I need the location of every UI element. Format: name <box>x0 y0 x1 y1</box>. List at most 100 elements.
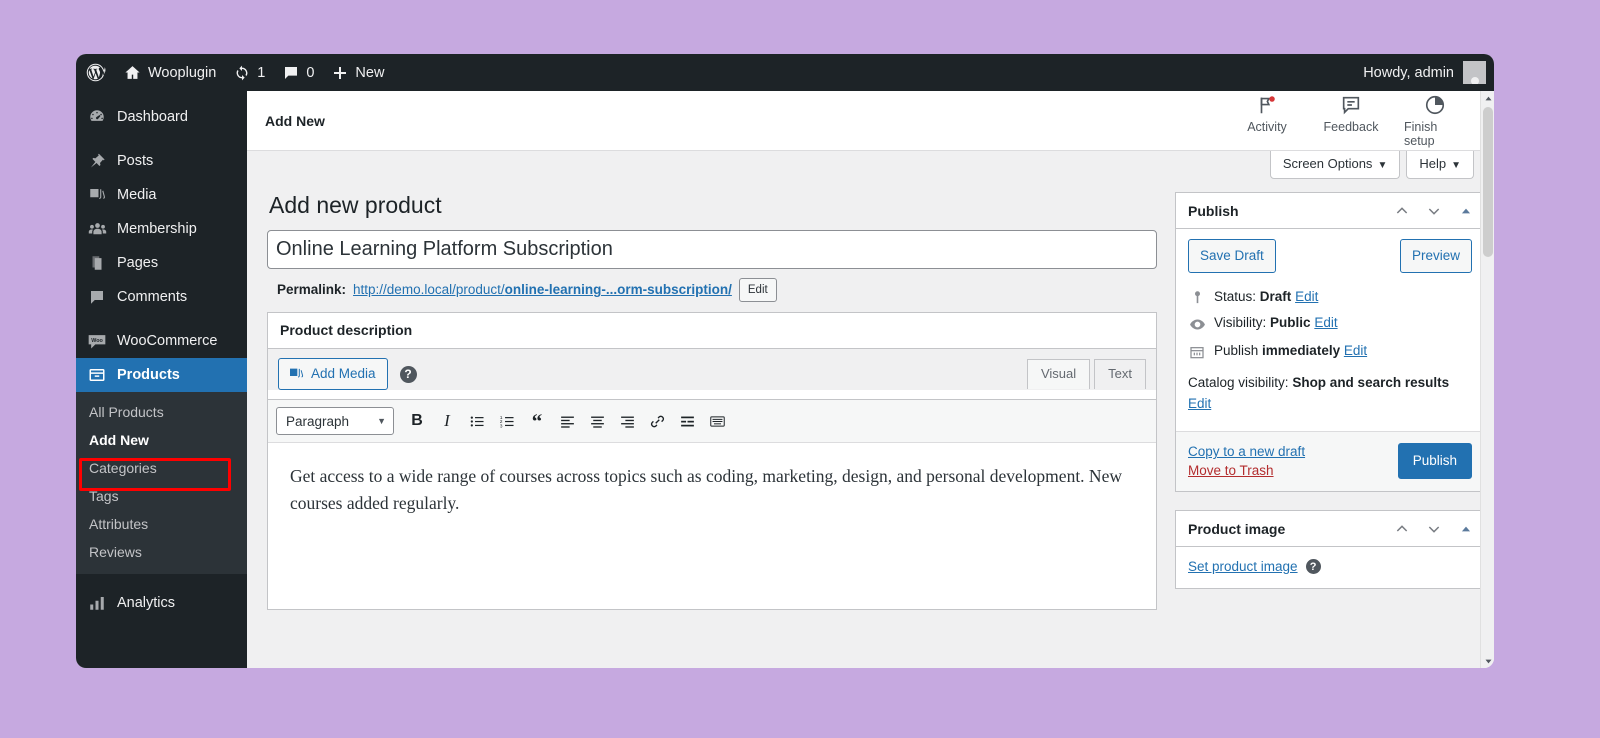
scrollbar-thumb[interactable] <box>1483 107 1493 257</box>
paragraph-format-select[interactable]: Paragraph ▼ <box>276 407 394 436</box>
add-media-label: Add Media <box>311 365 376 381</box>
toggle-panel-icon[interactable] <box>1450 195 1482 227</box>
publish-footer: Copy to a new draft Move to Trash Publis… <box>1176 431 1484 492</box>
add-media-button[interactable]: Add Media <box>278 357 388 391</box>
help-icon[interactable]: ? <box>1305 559 1321 575</box>
breadcrumb: Add New <box>265 112 325 129</box>
sidebar-item-reviews[interactable]: Reviews <box>76 538 247 566</box>
publish-actions-row: Save Draft Preview <box>1176 229 1484 284</box>
sidebar-item-add-new[interactable]: Add New <box>76 426 247 454</box>
page-wrapper: Add new product Online Learning Platform… <box>247 182 1494 628</box>
move-to-trash-link[interactable]: Move to Trash <box>1188 463 1305 478</box>
sidebar-item-all-products[interactable]: All Products <box>76 398 247 426</box>
set-product-image-link[interactable]: Set product image <box>1188 559 1298 574</box>
visibility-value: Public <box>1270 314 1311 330</box>
sidebar-item-dashboard[interactable]: Dashboard <box>76 100 247 134</box>
status-label: Status: <box>1214 288 1257 304</box>
sidebar-item-analytics[interactable]: Analytics <box>76 586 247 620</box>
preview-button[interactable]: Preview <box>1399 239 1472 273</box>
publish-date-label: Publish <box>1214 342 1259 358</box>
products-icon <box>87 365 107 385</box>
permalink-label: Permalink: <box>277 282 347 298</box>
permalink-link[interactable]: http://demo.local/product/online-learnin… <box>353 282 732 297</box>
wordpress-logo-button[interactable] <box>76 54 115 91</box>
product-title-input[interactable]: Online Learning Platform Subscription <box>267 229 1157 269</box>
sidebar-label-media: Media <box>117 186 157 203</box>
align-center-icon[interactable] <box>583 407 611 435</box>
products-submenu: All Products Add New Categories Tags Att… <box>76 392 247 574</box>
copy-to-new-draft-link[interactable]: Copy to a new draft <box>1188 444 1305 459</box>
sidebar-item-pages[interactable]: Pages <box>76 246 247 280</box>
scroll-down-icon[interactable] <box>1481 654 1494 668</box>
comments-button[interactable]: 0 <box>274 54 323 91</box>
new-content-button[interactable]: New <box>323 54 393 91</box>
toggle-panel-icon[interactable] <box>1450 513 1482 545</box>
move-down-icon[interactable] <box>1418 195 1450 227</box>
insert-link-icon[interactable] <box>643 407 671 435</box>
blockquote-icon[interactable]: “ <box>523 407 551 435</box>
site-name-button[interactable]: Wooplugin <box>115 54 225 91</box>
activity-button[interactable]: Activity <box>1236 93 1298 148</box>
vertical-scrollbar[interactable] <box>1480 91 1494 668</box>
move-up-icon[interactable] <box>1386 513 1418 545</box>
publish-button[interactable]: Publish <box>1397 443 1472 480</box>
feedback-button[interactable]: Feedback <box>1320 93 1382 148</box>
publish-panel: Publish Save Draft Preview Status: Draft… <box>1175 192 1485 493</box>
toolbar-toggle-icon[interactable] <box>703 407 731 435</box>
sidebar-item-membership[interactable]: Membership <box>76 212 247 246</box>
sidebar-item-woocommerce[interactable]: Woo WooCommerce <box>76 324 247 358</box>
edit-catalog-visibility-link[interactable]: Edit <box>1188 396 1211 411</box>
editor-content-area[interactable]: Get access to a wide range of courses ac… <box>268 443 1156 610</box>
sidebar-item-comments[interactable]: Comments <box>76 280 247 314</box>
editor-mode-tabs: Visual Text <box>1023 359 1146 389</box>
my-account-button[interactable]: Howdy, admin <box>1354 54 1494 91</box>
edit-publish-date-link[interactable]: Edit <box>1344 343 1367 358</box>
move-down-icon[interactable] <box>1418 513 1450 545</box>
product-image-header: Product image <box>1176 511 1484 548</box>
status-row: Status: Draft Edit <box>1188 284 1472 310</box>
edit-permalink-button[interactable]: Edit <box>738 277 777 302</box>
read-more-icon[interactable] <box>673 407 701 435</box>
move-up-icon[interactable] <box>1386 195 1418 227</box>
wp-admin-bar: Wooplugin 1 0 New Howdy, admin <box>76 54 1494 91</box>
speech-bubble-icon <box>1340 93 1362 117</box>
publish-footer-links: Copy to a new draft Move to Trash <box>1188 444 1305 478</box>
sidebar-item-attributes[interactable]: Attributes <box>76 510 247 538</box>
edit-visibility-link[interactable]: Edit <box>1314 315 1337 330</box>
edit-status-link[interactable]: Edit <box>1295 289 1318 304</box>
sidebar-item-categories[interactable]: Categories <box>76 454 247 482</box>
sidebar-label-posts: Posts <box>117 152 154 169</box>
save-draft-button[interactable]: Save Draft <box>1188 239 1276 273</box>
scroll-up-icon[interactable] <box>1481 91 1494 105</box>
keyboard-shortcuts-help-icon[interactable]: ? <box>399 365 417 383</box>
chevron-down-icon: ▼ <box>377 416 386 427</box>
sidebar-item-posts[interactable]: Posts <box>76 144 247 178</box>
help-tab[interactable]: Help ▼ <box>1406 151 1474 179</box>
pages-icon <box>87 253 107 273</box>
bulleted-list-icon[interactable] <box>463 407 491 435</box>
tab-visual[interactable]: Visual <box>1026 359 1091 389</box>
status-text: Status: Draft Edit <box>1214 289 1318 304</box>
visibility-text: Visibility: Public Edit <box>1214 315 1338 330</box>
align-left-icon[interactable] <box>553 407 581 435</box>
new-content-label: New <box>355 64 385 81</box>
finish-setup-button[interactable]: Finish setup <box>1404 93 1466 148</box>
screen-options-tab[interactable]: Screen Options ▼ <box>1269 151 1401 179</box>
updates-button[interactable]: 1 <box>225 54 274 91</box>
panel-order-handles <box>1386 195 1482 227</box>
italic-icon[interactable]: I <box>433 407 461 435</box>
sidebar-item-products[interactable]: Products <box>76 358 247 392</box>
publish-panel-header: Publish <box>1176 193 1484 229</box>
numbered-list-icon[interactable]: 1 2 3 <box>493 407 521 435</box>
page-title: Add new product <box>269 192 442 218</box>
bold-icon[interactable]: B <box>403 407 431 435</box>
product-description-panel: Product description Add Media ? Visual T… <box>267 311 1157 611</box>
product-image-body: Set product image ? <box>1176 547 1484 588</box>
sidebar-item-media[interactable]: Media <box>76 178 247 212</box>
eye-icon <box>1188 315 1206 333</box>
sidebar-item-tags[interactable]: Tags <box>76 482 247 510</box>
tab-text[interactable]: Text <box>1094 359 1146 389</box>
howdy-label: Howdy, admin <box>1363 64 1454 81</box>
align-right-icon[interactable] <box>613 407 641 435</box>
product-image-title: Product image <box>1188 520 1286 537</box>
